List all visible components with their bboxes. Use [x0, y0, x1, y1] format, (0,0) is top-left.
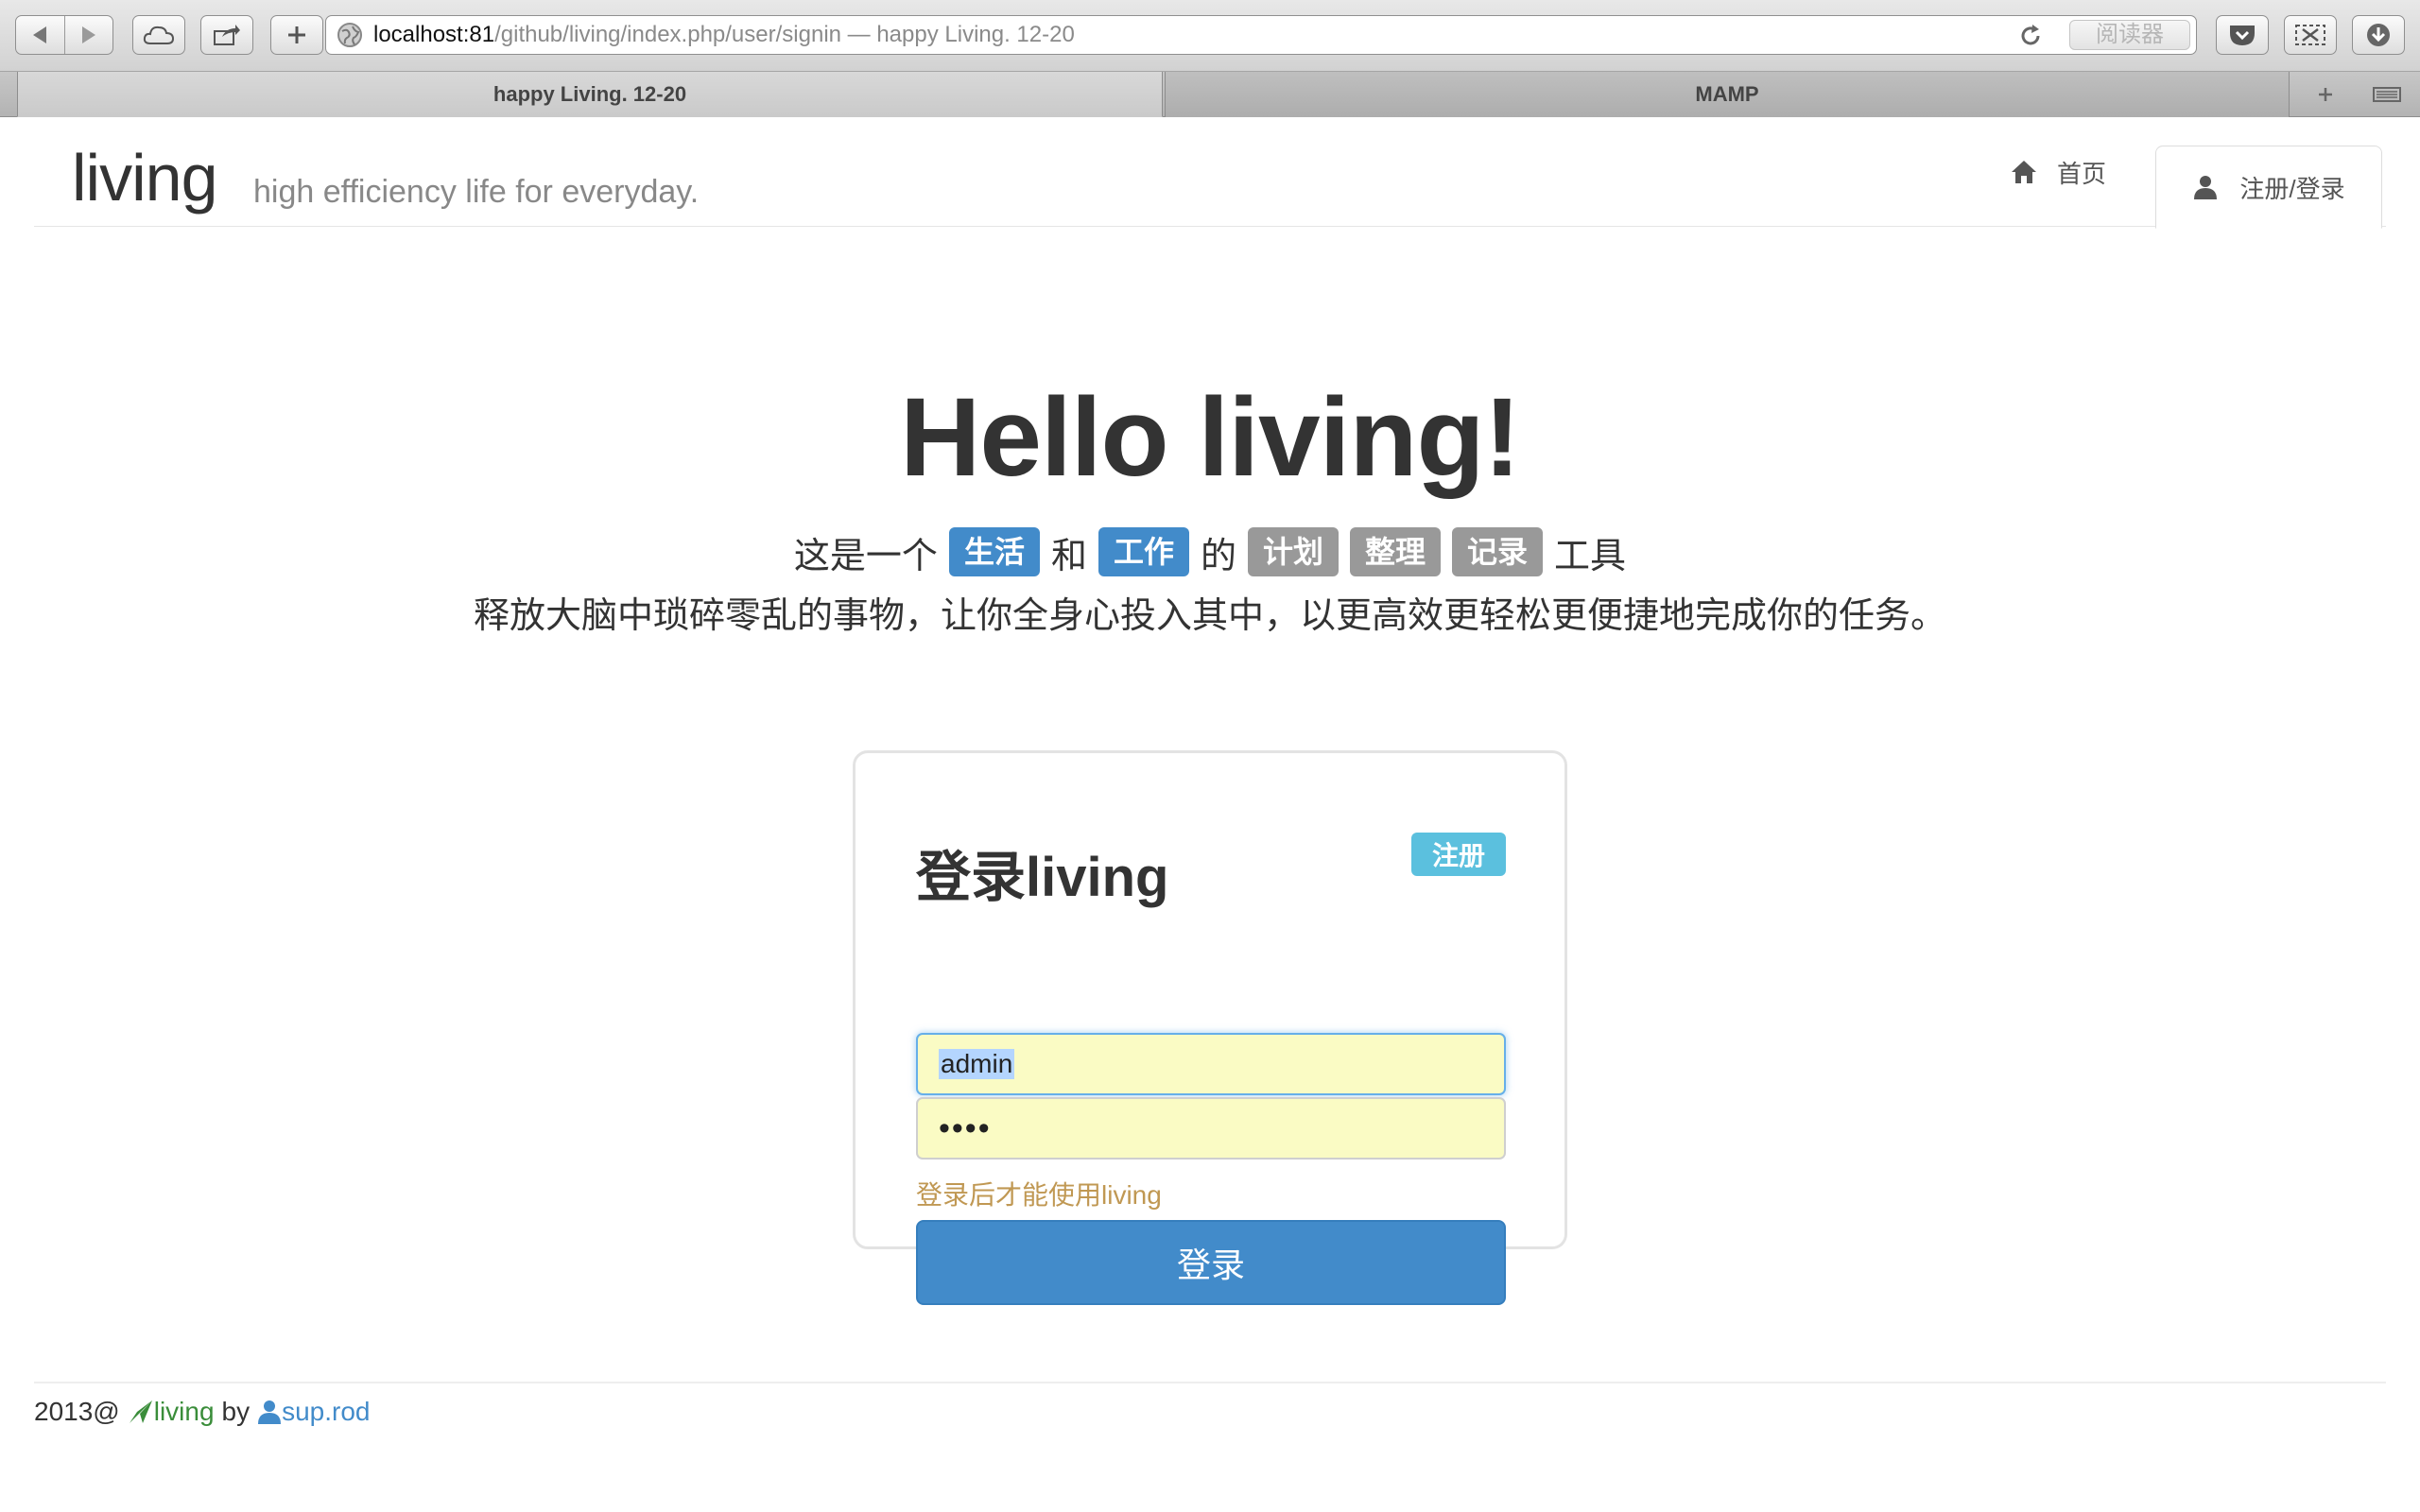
login-hint: 登录后才能使用living [916, 1180, 1162, 1210]
plus-icon [288, 26, 305, 43]
share-button[interactable] [200, 15, 253, 55]
nav-home-label: 首页 [2057, 159, 2107, 188]
nav-home-link[interactable]: 首页 [2010, 144, 2106, 200]
tab-happy-living[interactable]: happy Living. 12-20 [17, 72, 1163, 117]
address-host: localhost:81 [373, 22, 495, 47]
footer-divider [34, 1382, 2386, 1383]
footer-app-link[interactable]: living [128, 1397, 215, 1427]
share-icon [214, 25, 240, 45]
plus-icon [2319, 88, 2332, 101]
back-forward-group [15, 15, 113, 55]
forward-button[interactable] [63, 16, 113, 54]
footer-year: 2013@ [34, 1397, 120, 1426]
back-arrow-icon [33, 26, 47, 43]
forward-arrow-icon [81, 26, 95, 43]
site-navbar: living high efficiency life for everyday… [34, 117, 2386, 229]
hero-description: 释放大脑中琐碎零乱的事物，让你全身心投入其中，以更高效更轻松更便捷地完成你的任务… [473, 596, 1946, 636]
nav-signin-label: 注册/登录 [2239, 174, 2345, 203]
web-page: living high efficiency life for everyday… [0, 117, 2420, 1512]
brand-logo[interactable]: living [72, 140, 218, 215]
badge-plan: 计划 [1248, 527, 1340, 576]
username-input[interactable]: admin [916, 1033, 1506, 1095]
brand-slogan: high efficiency life for everyday. [253, 174, 700, 210]
globe-icon [337, 23, 362, 47]
tab-mamp[interactable]: MAMP [1165, 72, 2290, 117]
nav-signin-link[interactable]: 注册/登录 [2155, 146, 2382, 229]
tagline-and: 和 [1050, 536, 1087, 576]
footer-app-label: living [153, 1397, 215, 1426]
icloud-tabs-button[interactable] [132, 15, 185, 55]
cloud-icon [143, 26, 175, 44]
hero-title: Hello living! [900, 375, 1521, 500]
back-button[interactable] [16, 16, 64, 54]
tagline-suffix: 工具 [1554, 536, 1627, 576]
hero-tagline: 这是一个 生活 和 工作 的 计划 整理 记录 工具 [0, 525, 2420, 578]
footer-author-label: sup.rod [282, 1397, 371, 1426]
address-path: /github/living/index.php/user/signin — h… [494, 22, 1075, 47]
downloads-button[interactable] [2352, 15, 2405, 55]
badge-life: 生活 [948, 527, 1040, 576]
tab-overview-button[interactable] [2363, 77, 2411, 112]
paper-plane-icon [129, 1400, 152, 1423]
reader-button[interactable]: 阅读器 [2069, 20, 2190, 50]
browser-tab-bar: happy Living. 12-20 MAMP [0, 72, 2420, 117]
login-submit-button[interactable]: 登录 [916, 1220, 1506, 1305]
add-bookmark-button[interactable] [270, 15, 323, 55]
footer-author-link[interactable]: sup.rod [257, 1397, 371, 1427]
pocket-icon [2230, 26, 2255, 45]
footer-by: by [221, 1397, 251, 1426]
badge-record: 记录 [1452, 527, 1544, 576]
badge-organize: 整理 [1350, 527, 1442, 576]
register-button[interactable]: 注册 [1411, 833, 1506, 876]
pocket-button[interactable] [2216, 15, 2269, 55]
address-bar[interactable]: localhost:81/github/living/index.php/use… [325, 15, 2197, 55]
login-panel: 登录living 注册 admin •••• 登录后才能使用living 登录 [853, 750, 1567, 1305]
login-title: 登录living [916, 847, 1169, 908]
tagline-of: 的 [1200, 536, 1236, 576]
user-icon [258, 1400, 282, 1424]
scissors-icon [2295, 25, 2325, 45]
reload-icon[interactable] [2016, 22, 2045, 50]
tab-overview-icon [2373, 87, 2401, 102]
badge-work: 工作 [1098, 527, 1189, 576]
user-icon [2194, 176, 2218, 199]
new-tab-button[interactable] [2295, 77, 2356, 112]
footer: 2013@ living by sup.rod [34, 1397, 371, 1427]
username-value: admin [939, 1049, 1015, 1079]
address-text: localhost:81/github/living/index.php/use… [373, 22, 1075, 48]
clip-button[interactable] [2284, 15, 2337, 55]
tagline-prefix: 这是一个 [793, 536, 938, 576]
password-value: •••• [939, 1109, 992, 1146]
password-input[interactable]: •••• [916, 1097, 1506, 1160]
browser-toolbar: localhost:81/github/living/index.php/use… [0, 0, 2420, 72]
download-icon [2367, 24, 2390, 46]
home-icon [2012, 161, 2036, 183]
